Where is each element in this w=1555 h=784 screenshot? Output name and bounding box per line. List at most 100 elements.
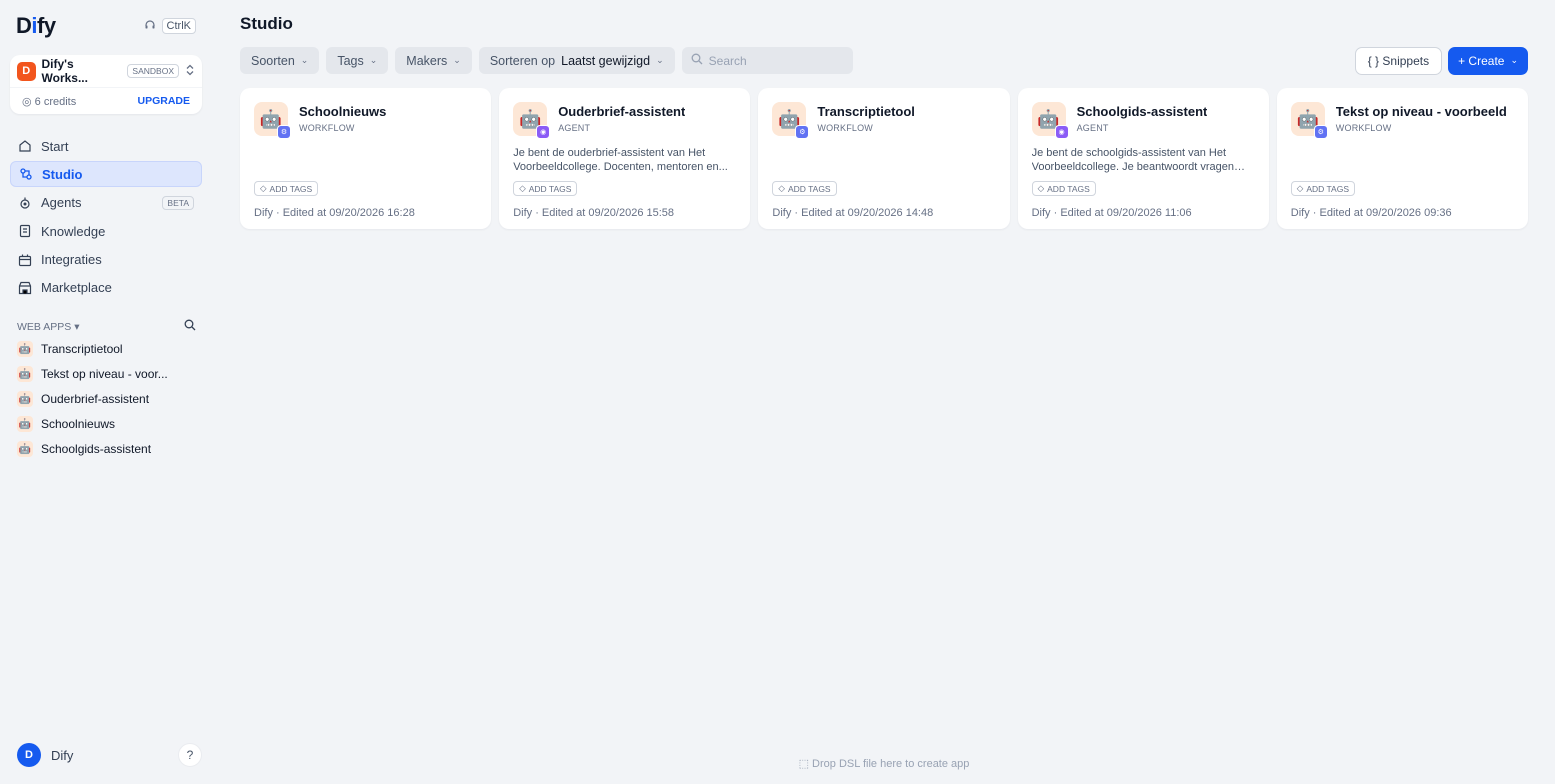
workspace-name: Dify's Works... bbox=[41, 57, 88, 85]
webapps-list: 🤖 Transcriptietool 🤖 Tekst op niveau - voo… bbox=[10, 337, 202, 462]
app-card[interactable]: 🤖 ◉ Ouderbrief-assistent AGENT Je bent de … bbox=[499, 88, 751, 229]
sort-dropdown[interactable]: Sorteren op Laatst gewijzigd ⌄ bbox=[478, 47, 675, 74]
app-description: Je bent de ouderbrief-assistent van Het … bbox=[513, 147, 728, 173]
app-name: Ouderbrief-assistent bbox=[558, 104, 686, 119]
toolbar-actions: { } Snippets + Create ⌄ bbox=[1354, 46, 1528, 75]
webapp-label: Schoolgids-assistent bbox=[41, 442, 152, 457]
nav-item-integrations[interactable]: Integraties bbox=[10, 247, 202, 273]
robot-icon: 🤖 ⚙ bbox=[1290, 102, 1328, 139]
robot-icon: 🤖 ◉ bbox=[513, 102, 551, 139]
app-card[interactable]: 🤖 ⚙ Transcriptietool WORKFLOW ◇ ADD TAGS Di… bbox=[758, 88, 1010, 229]
webapp-item[interactable]: 🤖 Transcriptietool bbox=[10, 337, 202, 362]
app-card[interactable]: 🤖 ⚙ Schoolnieuws WORKFLOW ◇ ADD TAGS Dify ·… bbox=[240, 88, 492, 229]
tag-icon: ◇ bbox=[778, 183, 785, 193]
tag-icon: ◇ bbox=[260, 183, 267, 193]
kinds-filter[interactable]: Soorten ⌄ bbox=[240, 47, 320, 74]
app-type: WORKFLOW bbox=[299, 123, 355, 133]
nav-item-studio[interactable]: Studio bbox=[10, 161, 202, 188]
add-tags-button[interactable]: ◇ ADD TAGS bbox=[1290, 181, 1356, 196]
app-card-grid: 🤖 ⚙ Schoolnieuws WORKFLOW ◇ ADD TAGS Dify ·… bbox=[240, 88, 1528, 229]
app-meta: Dify · Edited at 09/20/2026 14:48 bbox=[772, 207, 934, 219]
app-name: Tekst op niveau - voorbeeld bbox=[1335, 104, 1507, 119]
chevron-down-icon: ⌄ bbox=[453, 55, 461, 65]
tags-filter[interactable]: Tags ⌄ bbox=[326, 47, 389, 74]
dify-logo[interactable]: Dify bbox=[16, 13, 56, 39]
file-drop-icon: ⬚ bbox=[798, 758, 813, 770]
main-content: Studio Soorten ⌄ Tags ⌄ Makers ⌄ Sorteren o… bbox=[240, 0, 1528, 784]
agent-icon: ◉ bbox=[1054, 125, 1069, 139]
robot-icon: 🤖 bbox=[17, 391, 33, 408]
search-icon[interactable] bbox=[184, 319, 196, 334]
nav-item-knowledge[interactable]: Knowledge bbox=[10, 218, 202, 244]
workspace-avatar: D bbox=[17, 61, 36, 81]
agents-icon bbox=[18, 196, 32, 210]
app-meta: Dify · Edited at 09/20/2026 16:28 bbox=[254, 207, 415, 219]
add-tags-button[interactable]: ◇ ADD TAGS bbox=[254, 181, 319, 196]
coin-icon: ◎ bbox=[22, 95, 35, 108]
webapps-header: WEB APPS ▾ bbox=[10, 317, 202, 337]
nav-item-start[interactable]: Start bbox=[10, 133, 202, 159]
help-button[interactable]: ? bbox=[178, 743, 202, 767]
sidebar-header: Dify CtrlK bbox=[10, 0, 202, 52]
chevron-down-icon: ⌄ bbox=[1510, 55, 1518, 65]
webapp-item[interactable]: 🤖 Schoolnieuws bbox=[10, 412, 202, 437]
user-avatar[interactable]: D bbox=[17, 743, 41, 767]
app-card[interactable]: 🤖 ⚙ Tekst op niveau - voorbeeld WORKFLOW ◇… bbox=[1276, 88, 1528, 229]
add-tags-button[interactable]: ◇ ADD TAGS bbox=[513, 181, 578, 196]
webapp-label: Tekst op niveau - voor... bbox=[41, 367, 168, 382]
search-icon bbox=[691, 52, 703, 70]
headset-icon bbox=[144, 19, 156, 34]
sidebar: Dify CtrlK D Dify's Works... SANDBOX ◎ 6… bbox=[0, 0, 212, 784]
robot-icon: 🤖 bbox=[17, 441, 33, 458]
add-tags-button[interactable]: ◇ ADD TAGS bbox=[772, 181, 837, 196]
robot-icon: 🤖 bbox=[17, 366, 33, 383]
agent-icon: ◉ bbox=[536, 125, 551, 139]
search-input[interactable] bbox=[708, 53, 839, 68]
main-nav: Start Studio Agents BETA Knowledge Integ… bbox=[10, 133, 202, 301]
snippets-button[interactable]: { } Snippets bbox=[1354, 46, 1443, 75]
workflow-icon: ⚙ bbox=[277, 125, 291, 139]
dsl-dropzone[interactable]: ⬚ Drop DSL file here to create app bbox=[240, 757, 1528, 770]
nav-label: Knowledge bbox=[41, 223, 106, 239]
robot-icon: 🤖 ◉ bbox=[1031, 102, 1069, 139]
search-shortcut[interactable]: CtrlK bbox=[144, 18, 196, 34]
app-type: WORKFLOW bbox=[817, 123, 873, 133]
nav-label: Integraties bbox=[41, 252, 102, 268]
app-name: Schoolgids-assistent bbox=[1076, 104, 1208, 119]
tag-icon: ◇ bbox=[1296, 183, 1304, 193]
webapps-toggle[interactable]: WEB APPS ▾ bbox=[17, 321, 79, 333]
upgrade-button[interactable]: UPGRADE bbox=[137, 95, 190, 107]
nav-label: Start bbox=[41, 138, 69, 154]
app-card[interactable]: 🤖 ◉ Schoolgids-assistent AGENT Je bent de … bbox=[1017, 88, 1269, 229]
robot-icon: 🤖 ⚙ bbox=[254, 102, 291, 139]
workflow-icon: ⚙ bbox=[1313, 125, 1328, 139]
chevron-down-icon: ⌄ bbox=[300, 55, 309, 65]
user-name[interactable]: Dify bbox=[51, 748, 73, 763]
tag-icon: ◇ bbox=[1037, 183, 1045, 193]
app-meta: Dify · Edited at 09/20/2026 09:36 bbox=[1290, 207, 1452, 219]
nav-label: Agents bbox=[41, 195, 82, 211]
marketplace-icon bbox=[18, 281, 32, 295]
nav-label: Marketplace bbox=[41, 280, 112, 296]
search-box bbox=[681, 47, 853, 74]
chevron-down-icon: ⌄ bbox=[656, 55, 664, 65]
workspace-switcher[interactable]: D Dify's Works... SANDBOX bbox=[10, 55, 202, 88]
knowledge-icon bbox=[18, 224, 32, 238]
create-button[interactable]: + Create ⌄ bbox=[1448, 46, 1528, 75]
makers-filter[interactable]: Makers ⌄ bbox=[395, 47, 472, 74]
nav-item-agents[interactable]: Agents BETA bbox=[10, 190, 202, 216]
nav-item-marketplace[interactable]: Marketplace bbox=[10, 275, 202, 301]
app-name: Transcriptietool bbox=[817, 104, 915, 119]
shortcut-key: CtrlK bbox=[161, 18, 196, 34]
webapp-item[interactable]: 🤖 Ouderbrief-assistent bbox=[10, 387, 202, 412]
app-meta: Dify · Edited at 09/20/2026 11:06 bbox=[1031, 207, 1192, 219]
robot-icon: 🤖 bbox=[17, 341, 33, 358]
add-tags-button[interactable]: ◇ ADD TAGS bbox=[1031, 181, 1096, 196]
webapp-item[interactable]: 🤖 Tekst op niveau - voor... bbox=[10, 362, 202, 387]
webapp-label: Ouderbrief-assistent bbox=[41, 392, 150, 407]
integrations-icon bbox=[18, 253, 32, 267]
webapp-item[interactable]: 🤖 Schoolgids-assistent bbox=[10, 437, 202, 462]
app-meta: Dify · Edited at 09/20/2026 15:58 bbox=[513, 207, 675, 219]
chevron-updown-icon bbox=[185, 64, 195, 79]
beta-badge: BETA bbox=[162, 195, 194, 210]
